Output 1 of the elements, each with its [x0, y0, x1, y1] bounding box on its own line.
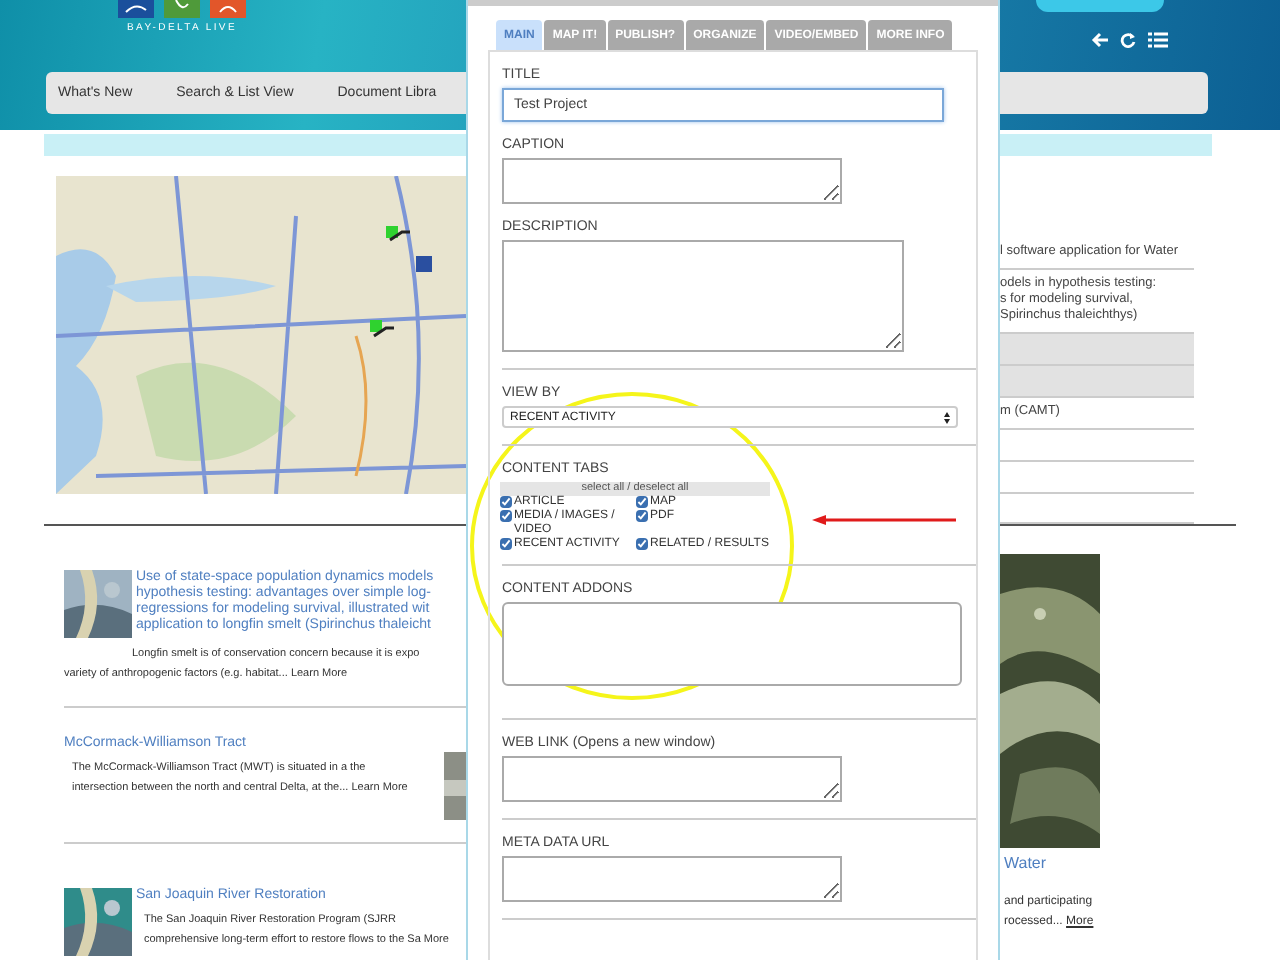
- article-title-link[interactable]: Water: [1000, 854, 1194, 872]
